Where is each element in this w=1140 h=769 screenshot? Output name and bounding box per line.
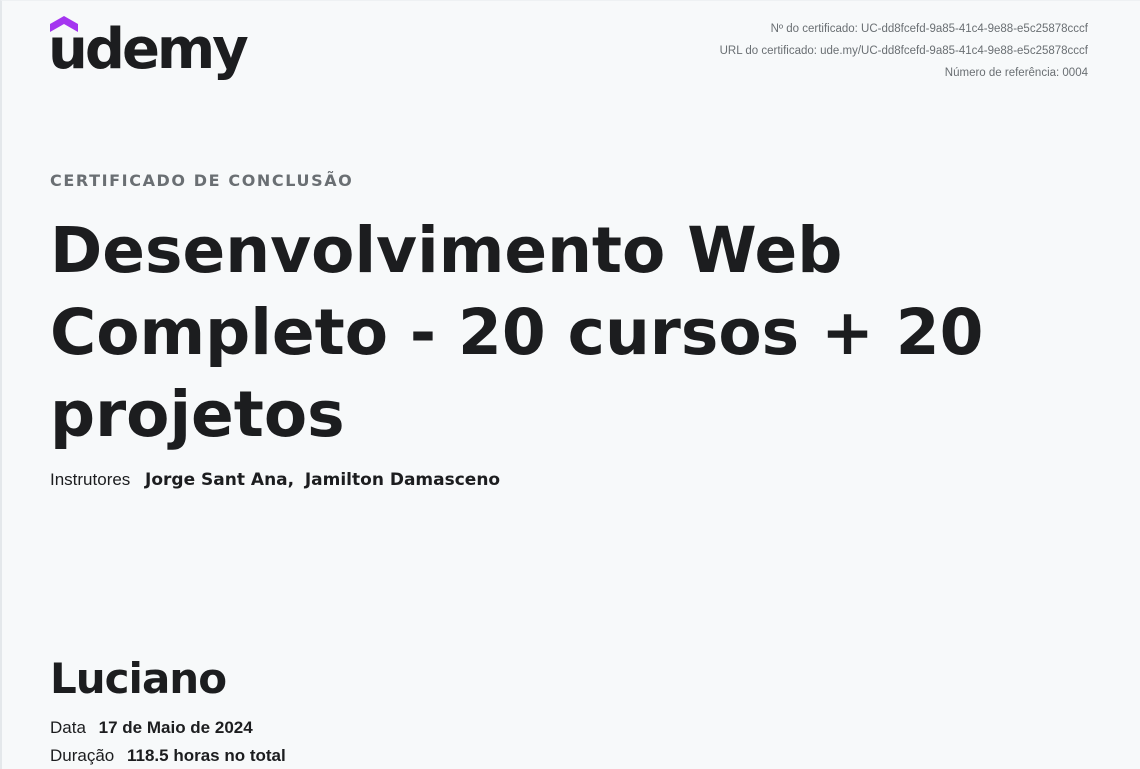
certificate-meta: Nº do certificado: UC-dd8fcefd-9a85-41c4… xyxy=(720,18,1088,84)
certificate-url: URL do certificado: ude.my/UC-dd8fcefd-9… xyxy=(719,45,1088,57)
instructors-line: Instrutores Jorge Sant Ana, Jamilton Dam… xyxy=(50,470,500,490)
date-value: 17 de Maio de 2024 xyxy=(98,718,253,737)
course-title: Desenvolvimento Web Completo - 20 cursos… xyxy=(50,214,984,451)
certificate-number: Nº do certificado: UC-dd8fcefd-9a85-41c4… xyxy=(770,23,1088,35)
duration-row: Duração 118.5 horas no total xyxy=(50,746,286,766)
instructor-name: Jorge Sant Ana, xyxy=(145,470,295,490)
instructor-name: Jamilton Damasceno xyxy=(304,470,501,490)
logo-wordmark: udemy xyxy=(48,17,249,82)
recipient-name: Luciano xyxy=(50,654,227,703)
date-label: Data xyxy=(50,718,86,737)
date-row: Data 17 de Maio de 2024 xyxy=(50,718,253,738)
duration-value: 118.5 horas no total xyxy=(127,746,286,765)
certificate-eyebrow: CERTIFICADO DE CONCLUSÃO xyxy=(50,171,354,190)
duration-label: Duração xyxy=(50,746,115,765)
reference-number: Número de referência: 0004 xyxy=(944,67,1088,79)
udemy-logo: udemy xyxy=(48,14,249,94)
instructors-label: Instrutores xyxy=(50,470,131,489)
